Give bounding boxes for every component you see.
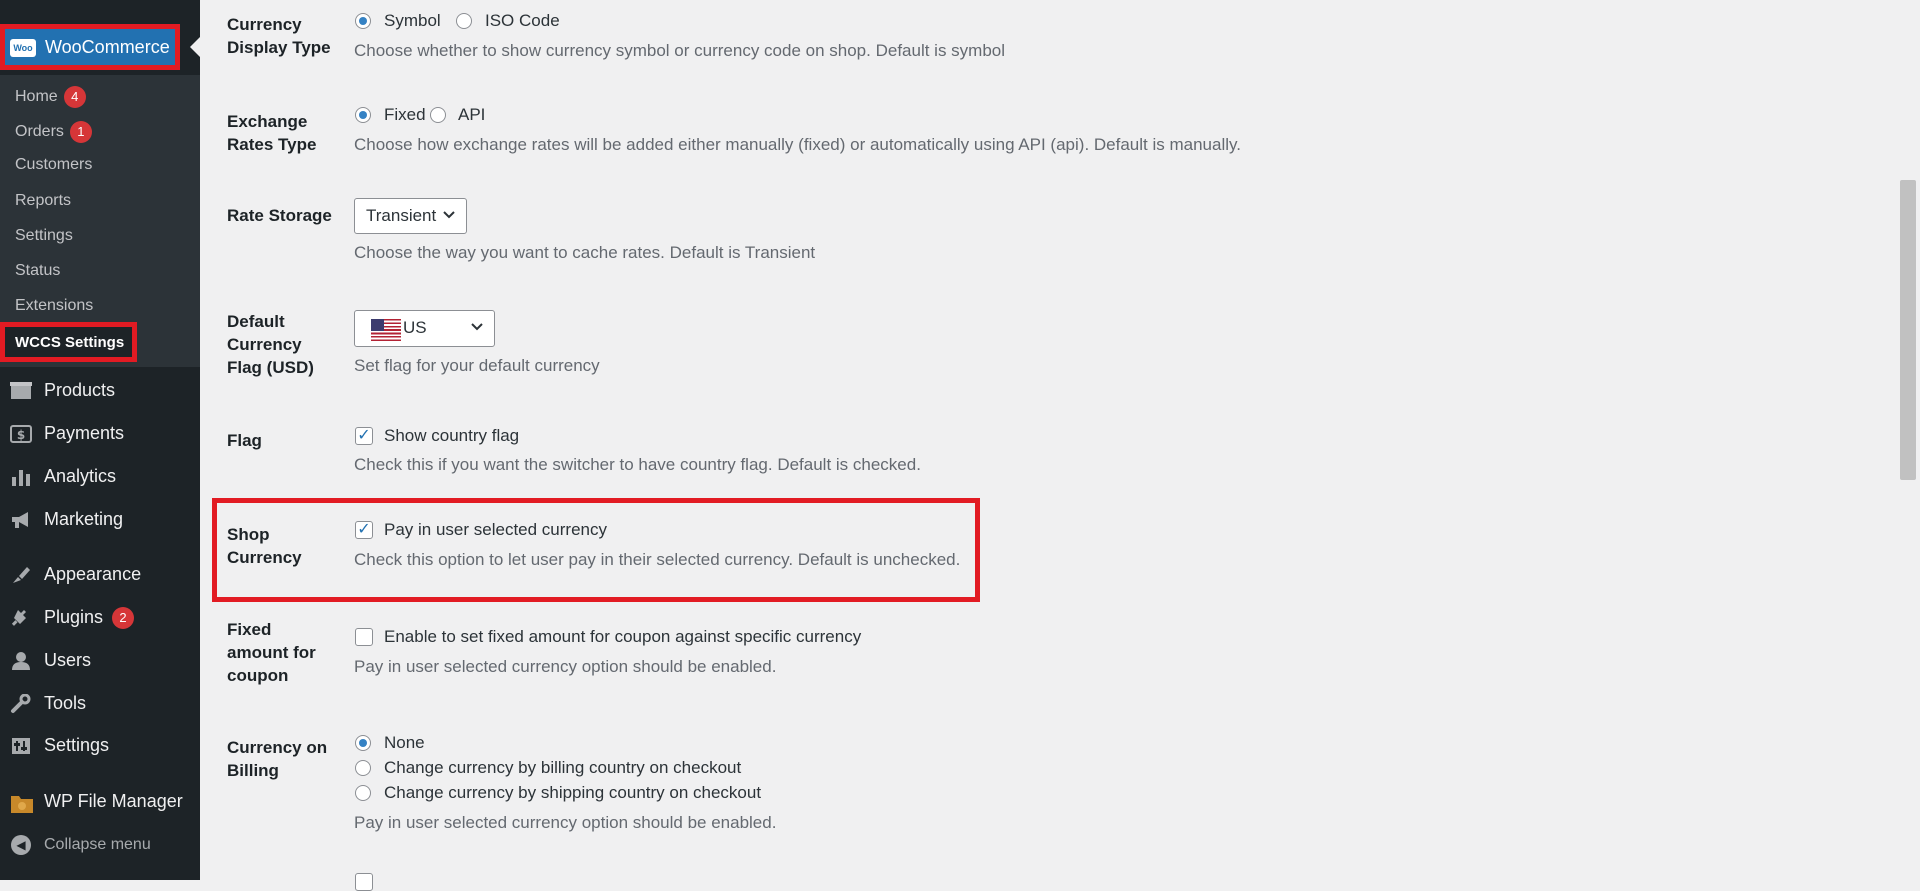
menu-tools[interactable]: Tools bbox=[0, 687, 200, 721]
exchange-rates-type-label: Exchange Rates Type bbox=[227, 112, 317, 154]
exchange-rates-type-description: Choose how exchange rates will be added … bbox=[354, 135, 1241, 154]
rate-storage-select[interactable]: Transient bbox=[354, 198, 467, 234]
submenu-orders[interactable]: Orders 1 bbox=[15, 121, 92, 143]
menu-users-label: Users bbox=[44, 650, 92, 670]
radio-shipping-country-label[interactable]: Change currency by shipping country on c… bbox=[384, 783, 761, 803]
pay-in-user-currency-label[interactable]: Pay in user selected currency bbox=[384, 520, 607, 540]
flag-description: Check this if you want the switcher to h… bbox=[354, 455, 921, 474]
chevron-down-icon bbox=[443, 211, 455, 219]
wccs-settings-label: WCCS Settings bbox=[15, 334, 125, 351]
collapse-menu-button[interactable]: ◀ Collapse menu bbox=[0, 830, 200, 864]
submenu-settings[interactable]: Settings bbox=[15, 227, 73, 245]
radio-billing-none[interactable] bbox=[355, 735, 371, 751]
rate-storage-description: Choose the way you want to cache rates. … bbox=[354, 243, 816, 262]
menu-products-label: Products bbox=[44, 380, 116, 400]
orders-count-badge: 1 bbox=[69, 121, 92, 143]
submenu-orders-label: Orders bbox=[15, 123, 64, 141]
default-currency-flag-label: Default Currency Flag (USD) bbox=[227, 312, 314, 377]
menu-settings[interactable]: Settings bbox=[0, 729, 200, 763]
flag-label: Flag bbox=[227, 431, 262, 450]
submenu-home-label: Home bbox=[15, 88, 58, 106]
submenu-extensions[interactable]: Extensions bbox=[15, 297, 93, 315]
show-country-flag-label[interactable]: Show country flag bbox=[384, 426, 519, 446]
fixed-amount-coupon-description: Pay in user selected currency option sho… bbox=[354, 657, 777, 676]
menu-wp-file-manager[interactable]: WP File Manager bbox=[0, 785, 200, 819]
radio-iso-code[interactable] bbox=[456, 13, 472, 29]
radio-fixed[interactable] bbox=[355, 107, 371, 123]
menu-plugins-label: Plugins bbox=[44, 607, 104, 627]
marketing-icon bbox=[10, 510, 32, 530]
currency-on-billing-label: Currency on Billing bbox=[227, 738, 328, 780]
analytics-icon bbox=[10, 467, 32, 487]
menu-analytics-label: Analytics bbox=[44, 466, 117, 486]
payments-icon: $ bbox=[10, 424, 32, 444]
tools-icon bbox=[10, 693, 32, 714]
menu-analytics[interactable]: Analytics bbox=[0, 460, 200, 494]
submenu-home[interactable]: Home 4 bbox=[15, 86, 86, 108]
collapse-menu-label: Collapse menu bbox=[44, 836, 151, 853]
menu-appearance[interactable]: Appearance bbox=[0, 558, 200, 592]
radio-billing-country[interactable] bbox=[355, 760, 371, 776]
menu-marketing-label: Marketing bbox=[44, 509, 124, 529]
products-icon bbox=[10, 381, 32, 401]
woocommerce-logo-icon: Woo bbox=[10, 39, 36, 57]
menu-tools-label: Tools bbox=[44, 693, 87, 713]
admin-sidebar: Woo WooCommerce Home 4 Orders 1 Customers … bbox=[0, 0, 200, 880]
plugins-icon bbox=[10, 608, 32, 628]
current-menu-arrow bbox=[190, 37, 200, 57]
radio-billing-country-label[interactable]: Change currency by billing country on ch… bbox=[384, 758, 741, 778]
submenu-customers[interactable]: Customers bbox=[15, 156, 92, 174]
show-country-flag-checkbox[interactable]: ✓ bbox=[355, 427, 373, 445]
radio-shipping-country[interactable] bbox=[355, 785, 371, 801]
menu-plugins[interactable]: Plugins 2 bbox=[0, 601, 200, 635]
collapse-arrow-icon: ◀ bbox=[11, 835, 31, 855]
menu-marketing[interactable]: Marketing bbox=[0, 503, 200, 537]
menu-settings-label: Settings bbox=[44, 735, 110, 755]
radio-symbol[interactable] bbox=[355, 13, 371, 29]
radio-iso-code-label[interactable]: ISO Code bbox=[485, 11, 560, 31]
currency-display-type-label: Currency Display Type bbox=[227, 15, 331, 57]
rate-storage-label: Rate Storage bbox=[227, 206, 332, 225]
woocommerce-menu-label: WooCommerce bbox=[45, 37, 170, 57]
woocommerce-menu-item[interactable]: Woo WooCommerce bbox=[0, 24, 180, 70]
submenu-reports[interactable]: Reports bbox=[15, 192, 71, 210]
file-manager-icon bbox=[10, 792, 33, 813]
appearance-icon bbox=[10, 565, 32, 585]
fixed-amount-coupon-checkbox[interactable] bbox=[355, 628, 373, 646]
pay-in-user-currency-checkbox[interactable]: ✓ bbox=[355, 521, 373, 539]
rate-storage-value: Transient bbox=[366, 206, 437, 225]
page-scrollbar[interactable] bbox=[1900, 180, 1916, 480]
menu-users[interactable]: Users bbox=[0, 644, 200, 678]
default-currency-flag-description: Set flag for your default currency bbox=[354, 356, 600, 375]
chevron-down-icon bbox=[471, 323, 483, 331]
default-currency-flag-select[interactable]: US bbox=[354, 310, 495, 347]
currency-on-billing-description: Pay in user selected currency option sho… bbox=[354, 813, 777, 832]
menu-products[interactable]: Products bbox=[0, 374, 200, 408]
fixed-amount-coupon-checkbox-label[interactable]: Enable to set fixed amount for coupon ag… bbox=[384, 627, 861, 647]
menu-payments[interactable]: $ Payments bbox=[0, 417, 200, 451]
submenu-status[interactable]: Status bbox=[15, 262, 60, 280]
submenu-wccs-settings[interactable]: WCCS Settings bbox=[0, 322, 137, 362]
radio-fixed-label[interactable]: Fixed bbox=[384, 105, 426, 125]
radio-api[interactable] bbox=[430, 107, 446, 123]
users-icon bbox=[10, 651, 32, 671]
next-option-checkbox[interactable] bbox=[355, 873, 373, 891]
menu-payments-label: Payments bbox=[44, 423, 125, 443]
shop-currency-label: Shop Currency bbox=[227, 525, 302, 567]
us-flag-icon bbox=[371, 319, 401, 341]
settings-icon bbox=[10, 736, 32, 756]
radio-symbol-label[interactable]: Symbol bbox=[384, 11, 441, 31]
menu-appearance-label: Appearance bbox=[44, 564, 142, 584]
shop-currency-description: Check this option to let user pay in the… bbox=[354, 550, 961, 569]
svg-text:$: $ bbox=[17, 428, 25, 442]
menu-wp-file-manager-label: WP File Manager bbox=[44, 791, 183, 811]
radio-billing-none-label[interactable]: None bbox=[384, 733, 425, 753]
default-currency-flag-value: US bbox=[403, 318, 427, 337]
radio-api-label[interactable]: API bbox=[458, 105, 485, 125]
currency-display-type-description: Choose whether to show currency symbol o… bbox=[354, 41, 1006, 60]
home-count-badge: 4 bbox=[63, 86, 86, 108]
fixed-amount-coupon-label: Fixed amount for coupon bbox=[227, 620, 316, 685]
plugins-update-badge: 2 bbox=[112, 607, 134, 629]
